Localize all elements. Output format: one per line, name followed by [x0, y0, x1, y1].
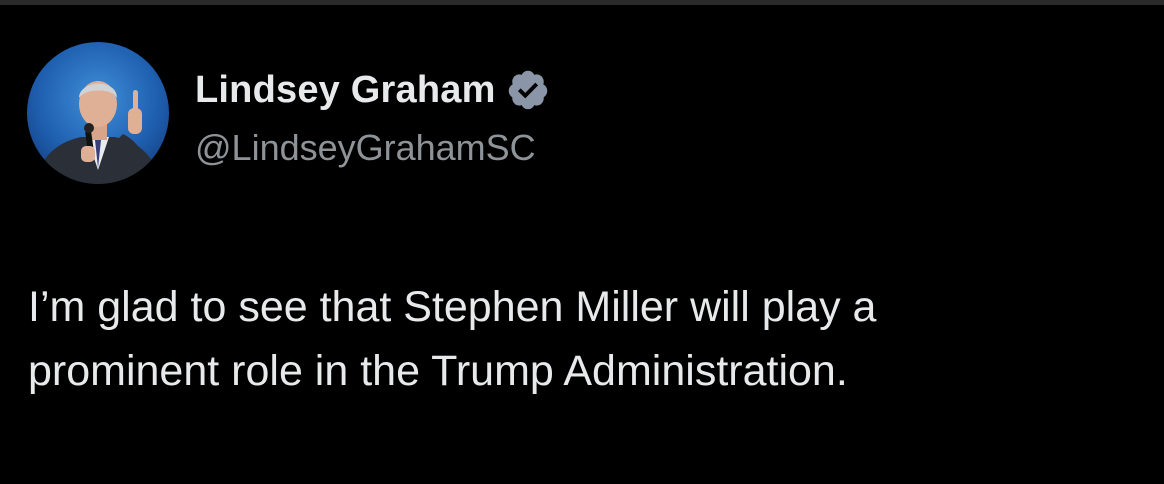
author-handle[interactable]: @LindseyGrahamSC — [195, 130, 536, 166]
avatar-photo — [27, 42, 169, 184]
tweet-card: Lindsey Graham @LindseyGrahamSC I’m glad… — [0, 0, 1164, 484]
tweet-text-line-1: I’m glad to see that Stephen Miller will… — [28, 283, 877, 331]
author-display-name[interactable]: Lindsey Graham — [195, 71, 496, 109]
verified-badge-icon — [506, 68, 550, 112]
author-avatar[interactable] — [27, 42, 169, 184]
author-name-row: Lindsey Graham — [195, 65, 550, 115]
tweet-text-line-2: prominent role in the Trump Administrati… — [28, 347, 848, 395]
tweet-text: I’m glad to see that Stephen Miller will… — [28, 275, 1138, 403]
